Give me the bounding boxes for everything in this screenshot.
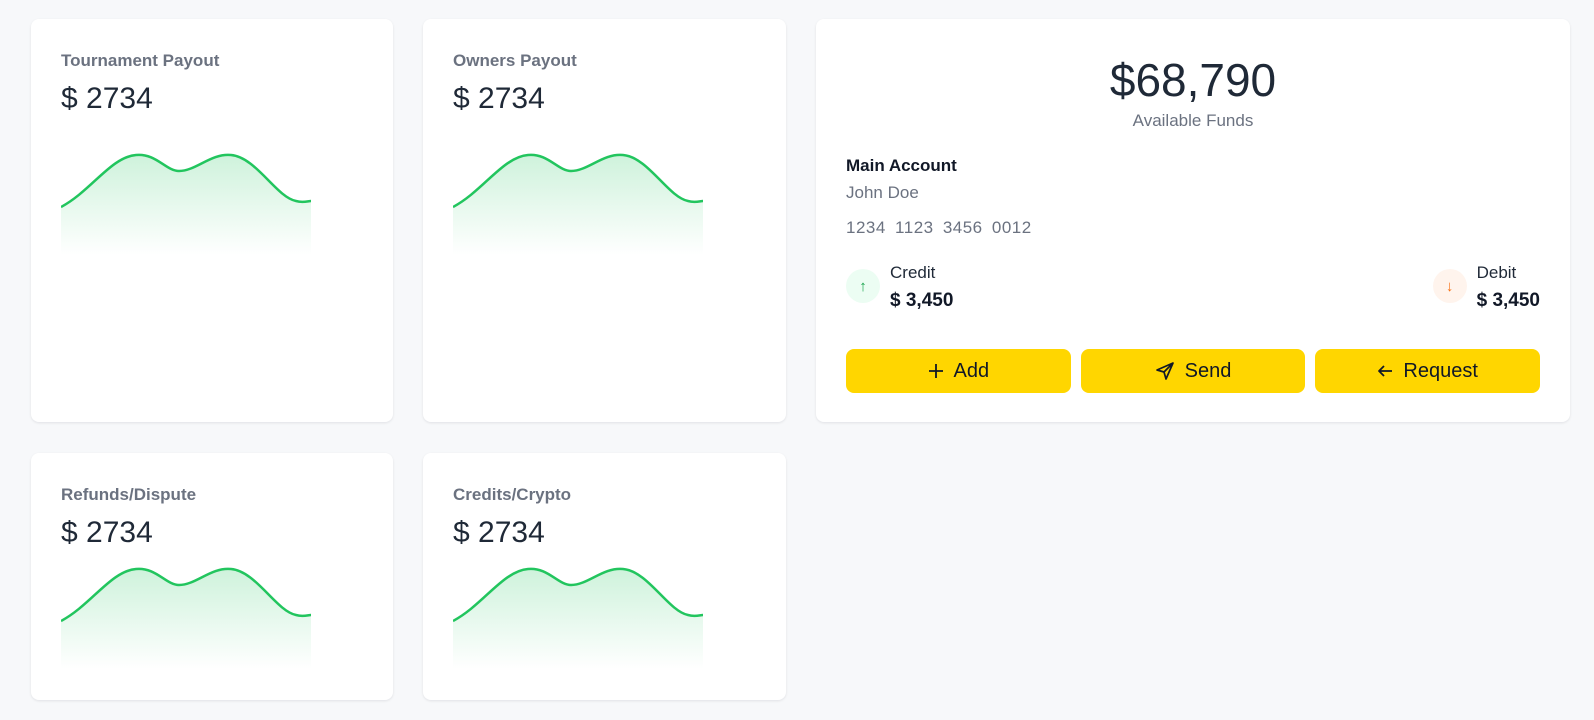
stat-value: $ 2734 xyxy=(61,516,153,549)
stat-value: $ 2734 xyxy=(453,82,545,115)
account-name: Main Account xyxy=(846,156,957,175)
send-icon xyxy=(1155,361,1175,381)
stat-value: $ 2734 xyxy=(453,516,545,549)
request-button[interactable]: Request xyxy=(1315,349,1541,393)
arrow-left-icon xyxy=(1377,363,1393,379)
credits-crypto-card: Credits/Crypto $ 2734 xyxy=(423,453,786,700)
tournament-payout-card: Tournament Payout $ 2734 xyxy=(31,19,393,422)
stat-title: Refunds/Dispute xyxy=(61,485,197,504)
sparkline-chart xyxy=(61,153,311,255)
sparkline-chart xyxy=(453,567,703,669)
available-funds-label: Available Funds xyxy=(1132,111,1254,130)
owners-payout-card: Owners Payout $ 2734 xyxy=(423,19,786,422)
stat-title: Credits/Crypto xyxy=(453,485,572,504)
send-button[interactable]: Send xyxy=(1080,349,1306,393)
stat-value: $ 2734 xyxy=(61,82,153,115)
stat-title: Owners Payout xyxy=(453,51,577,70)
debit-amount: $ 3,450 xyxy=(1476,290,1540,311)
stat-title: Tournament Payout xyxy=(61,51,220,70)
credit-label: Credit xyxy=(890,263,936,282)
arrow-down-icon: ↓ xyxy=(1432,269,1467,303)
request-button-label: Request xyxy=(1403,359,1478,382)
wallet-card: $68,790 Available Funds Main Account Joh… xyxy=(816,19,1570,422)
add-button[interactable]: Add xyxy=(846,349,1071,393)
refunds-dispute-card: Refunds/Dispute $ 2734 xyxy=(31,453,393,700)
send-button-label: Send xyxy=(1184,359,1232,382)
arrow-up-icon: ↑ xyxy=(846,269,880,303)
wallet-actions: Add Send Request xyxy=(846,349,1541,393)
credit-amount: $ 3,450 xyxy=(890,290,954,311)
sparkline-chart xyxy=(61,567,311,669)
credit-summary: ↑ Credit $ 3,450 xyxy=(846,263,953,311)
account-number: 1234 1123 3456 0012 xyxy=(846,218,1032,237)
available-funds-amount: $68,790 xyxy=(1109,54,1277,106)
account-holder: John Doe xyxy=(846,183,919,202)
debit-summary: ↓ Debit $ 3,450 xyxy=(1432,263,1540,311)
add-button-label: Add xyxy=(953,359,990,382)
sparkline-chart xyxy=(453,153,703,255)
plus-icon xyxy=(928,363,944,379)
debit-label: Debit xyxy=(1476,263,1517,282)
